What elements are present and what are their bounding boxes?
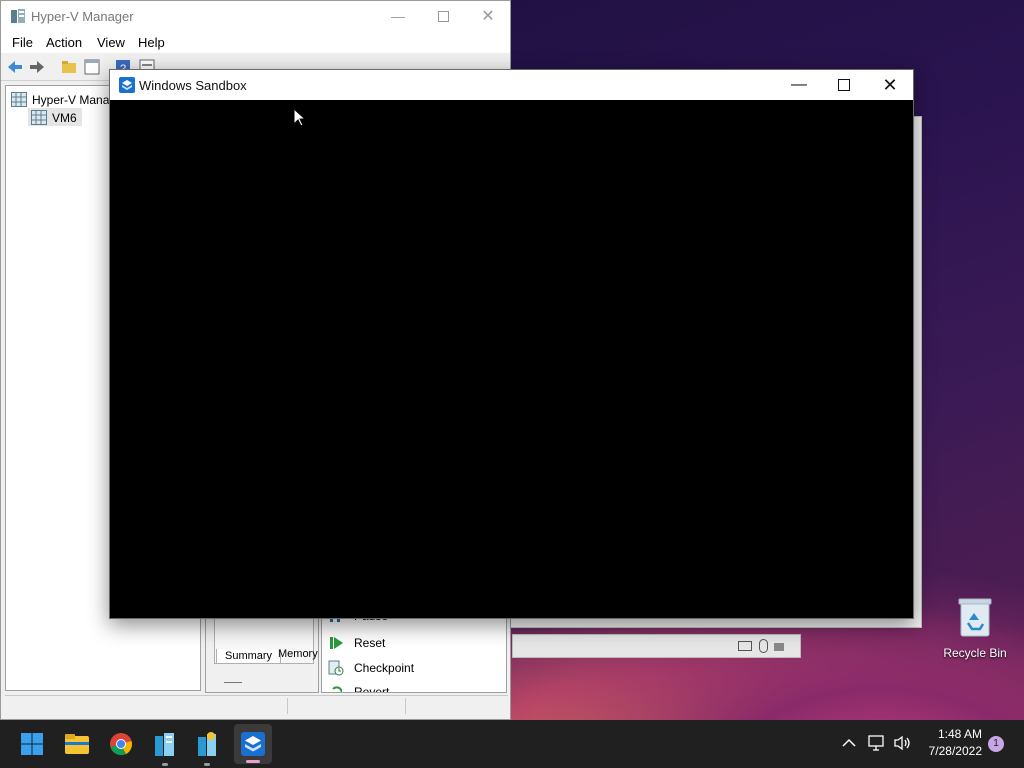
network-icon[interactable] [868,735,886,754]
collapse-dash [224,682,242,683]
mouse-icon [759,639,768,653]
volume-icon[interactable] [893,735,911,754]
vm-connection-icon[interactable] [191,728,223,766]
mouse-cursor-icon [293,107,307,131]
tree-root-label: Hyper-V Mana [32,93,110,107]
maximize-button[interactable] [420,1,466,31]
active-indicator [246,760,260,763]
server-grid-icon [31,110,47,128]
sandbox-display[interactable] [110,100,913,618]
sandbox-title-bar[interactable]: Windows Sandbox — ✕ [110,70,913,100]
tree-vm-label: VM6 [52,111,77,125]
server-grid-icon [11,92,27,110]
action-checkpoint[interactable]: Checkpoint [328,660,498,676]
chrome-icon[interactable] [105,728,137,760]
close-button[interactable]: ✕ [465,1,511,31]
checkpoint-icon [328,660,344,679]
clock-time: 1:48 AM [937,727,982,741]
recycle-bin-icon [958,596,992,638]
recycle-bin-label: Recycle Bin [943,646,1007,660]
back-arrow-icon[interactable] [6,58,24,76]
running-indicator [162,763,168,766]
action-revert[interactable]: Revert [328,684,498,693]
keyboard-icon [738,641,752,651]
status-divider [405,698,406,714]
sandbox-app-icon [119,77,135,93]
forward-arrow-icon[interactable] [28,58,46,76]
reset-icon [330,636,344,653]
vm-connection-status-bar [512,634,801,658]
minimize-button[interactable]: — [375,1,421,31]
tab-memory[interactable]: Memory [278,648,318,660]
tab-summary[interactable]: Summary [216,649,282,664]
menu-file[interactable]: File [12,35,33,50]
system-clock[interactable]: 1:48 AM 7/28/2022 [929,726,982,760]
minimize-button[interactable]: — [776,70,822,100]
hyperv-app-icon [10,8,26,24]
windows-start-icon[interactable] [16,728,48,760]
hyperv-manager-icon[interactable] [149,728,181,766]
menu-view[interactable]: View [97,35,125,50]
hyperv-title: Hyper-V Manager [31,9,134,24]
action-label: Reset [354,636,386,650]
close-button[interactable]: ✕ [867,70,913,100]
show-hidden-icons-chevron-icon[interactable] [842,737,856,751]
up-folder-icon[interactable] [60,58,78,76]
windows-sandbox-window[interactable]: Windows Sandbox — ✕ [109,69,914,619]
revert-icon [330,686,343,692]
action-reset[interactable]: Reset [328,635,498,651]
hyperv-menu-bar: File Action View Help [1,31,510,53]
sandbox-title: Windows Sandbox [139,78,247,93]
status-divider [287,698,288,714]
clock-date: 7/28/2022 [928,744,982,758]
menu-help[interactable]: Help [138,35,165,50]
action-label: Revert [354,685,390,693]
action-label: Checkpoint [354,661,415,675]
hyperv-title-bar[interactable]: Hyper-V Manager — ✕ [1,1,510,31]
notification-badge[interactable]: 1 [988,736,1004,752]
taskbar: 1:48 AM 7/28/2022 1 [0,720,1024,768]
running-indicator [204,763,210,766]
show-hide-tree-icon[interactable] [83,58,101,76]
recycle-bin[interactable]: Recycle Bin [938,596,1012,666]
file-explorer-icon[interactable] [61,728,93,760]
windows-sandbox-icon[interactable] [234,724,272,764]
maximize-button[interactable] [821,70,867,100]
hyperv-actions-pane: Pause Reset Checkpoint Revert [321,613,507,693]
hyperv-status-bar [5,695,508,716]
lock-icon [774,643,784,651]
menu-action[interactable]: Action [46,35,82,50]
hyperv-details-pane: Summary Memory [205,613,319,693]
tree-item-vm6[interactable]: VM6 [28,108,82,126]
